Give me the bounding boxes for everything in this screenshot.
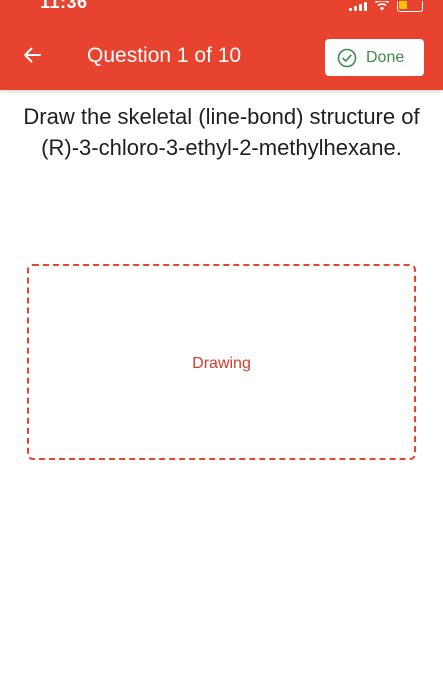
battery-icon [397,0,423,12]
app-bar: Question 1 of 10 Done [0,20,443,90]
drawing-area[interactable]: Drawing [27,264,416,460]
question-text: Draw the skeletal (line-bond) structure … [23,104,420,160]
status-bar: 11:36 [0,0,443,20]
drawing-label: Drawing [192,355,251,372]
signal-icon [349,1,367,11]
back-button[interactable] [14,37,50,73]
done-button[interactable]: Done [325,39,424,76]
page-title: Question 1 of 10 [87,44,242,67]
back-arrow-icon [24,47,41,63]
check-circle-icon [337,48,357,67]
battery-level [399,0,407,9]
status-time: 11:36 [40,0,88,12]
wifi-icon [375,1,389,11]
status-icons [349,0,423,12]
done-label: Done [366,48,405,66]
